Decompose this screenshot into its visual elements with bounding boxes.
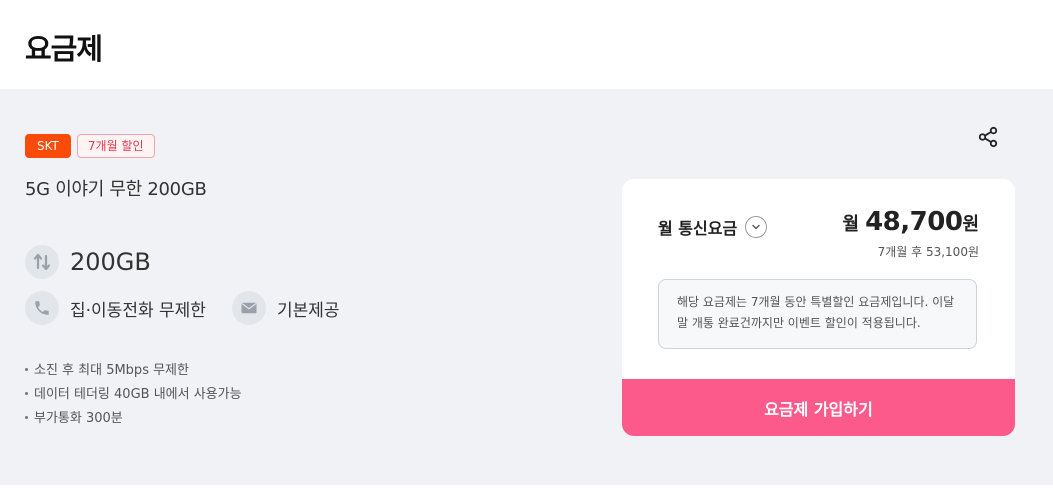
signup-button[interactable]: 요금제 가입하기 xyxy=(622,379,1015,436)
fee-label-row: 월 통신요금 xyxy=(658,215,768,239)
feature-call-label: 집·이동전화 무제한 xyxy=(70,300,206,321)
share-icon xyxy=(978,126,998,148)
discount-info: 해당 요금제는 7개월 동안 특별할인 요금제입니다. 이달말 개통 완료건까지… xyxy=(658,279,977,349)
feature-sms-label: 기본제공 xyxy=(277,300,340,321)
price-unit: 원 xyxy=(962,214,979,235)
fee-toggle-button[interactable] xyxy=(745,216,768,238)
page-title: 요금제 xyxy=(25,32,103,66)
carrier-badge: SKT xyxy=(25,134,71,158)
plan-panel: SKT 7개월 할인 5G 이야기 무한 200GB 200GB 집·이동전화 … xyxy=(0,89,1053,485)
price-after-discount: 7개월 후 53,100원 xyxy=(877,245,979,259)
data-transfer-icon xyxy=(25,245,59,279)
chevron-down-icon xyxy=(752,224,760,230)
feature-data-label: 200GB xyxy=(70,248,151,276)
price-prefix: 월 xyxy=(842,214,860,235)
badge-row: SKT 7개월 할인 xyxy=(25,134,155,158)
plan-notes: 소진 후 최대 5Mbps 무제한 데이터 테더링 40GB 내에서 사용가능 … xyxy=(25,359,242,431)
fee-label: 월 통신요금 xyxy=(658,219,738,238)
list-item: 데이터 테더링 40GB 내에서 사용가능 xyxy=(25,383,242,407)
share-button[interactable] xyxy=(975,124,1001,150)
plan-name: 5G 이야기 무한 200GB xyxy=(25,179,207,200)
discount-badge: 7개월 할인 xyxy=(76,134,155,158)
feature-call: 집·이동전화 무제한 xyxy=(25,291,206,325)
list-item: 부가통화 300분 xyxy=(25,407,242,431)
monthly-price: 월 48,700 원 xyxy=(843,207,979,237)
price-card: 월 통신요금 월 48,700 원 7개월 후 53,100원 해당 요금제는 … xyxy=(622,179,1015,436)
price-amount: 48,700 xyxy=(865,207,963,237)
page-header: 요금제 xyxy=(0,0,1053,89)
list-item: 소진 후 최대 5Mbps 무제한 xyxy=(25,359,242,383)
feature-data: 200GB xyxy=(25,245,151,279)
phone-icon xyxy=(25,291,59,325)
feature-sms: 기본제공 xyxy=(232,291,340,325)
mail-icon xyxy=(232,291,266,325)
